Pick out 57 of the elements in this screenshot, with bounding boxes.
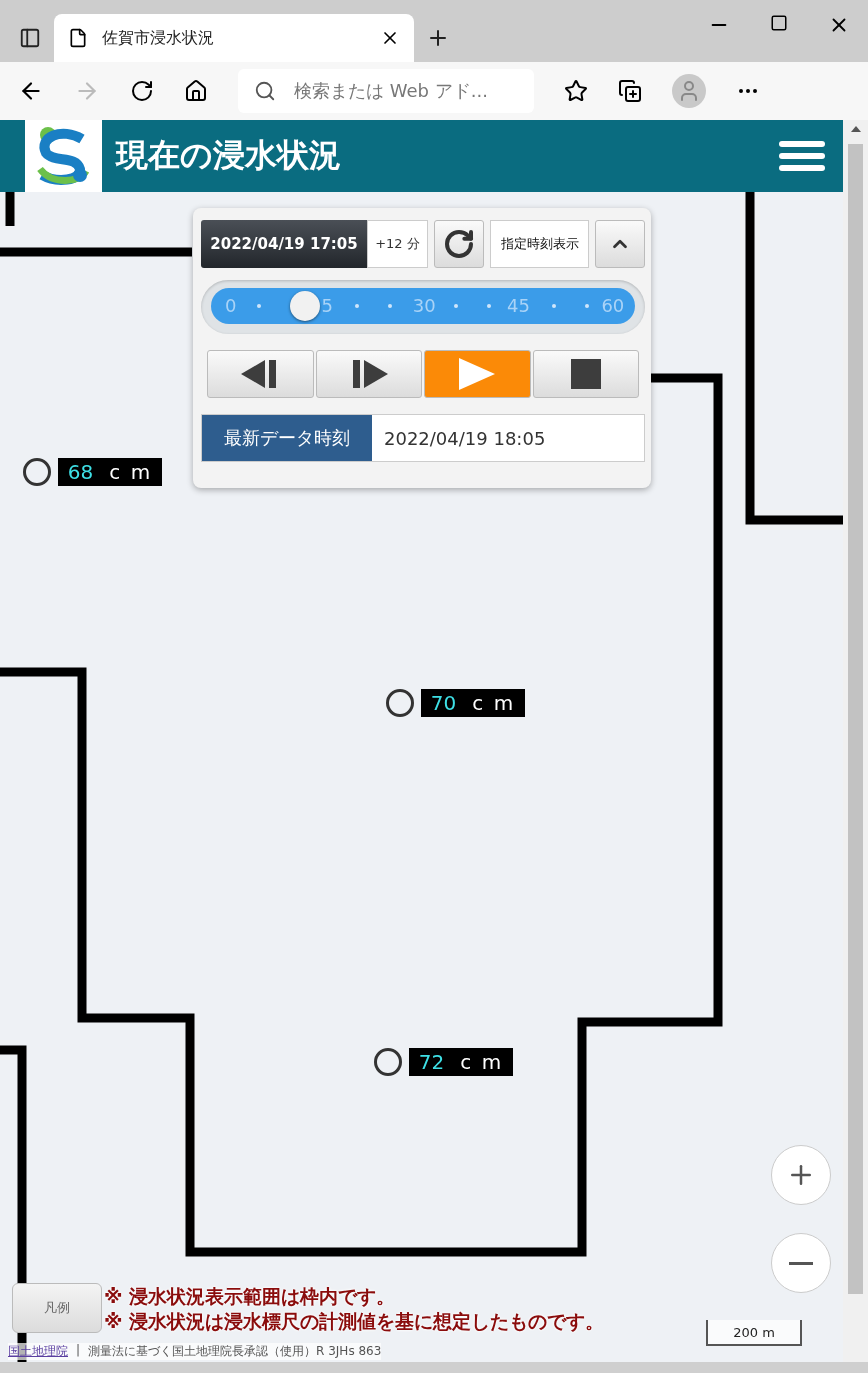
collapse-button[interactable] [594, 220, 645, 268]
slider-tick-dot [388, 304, 393, 308]
page-icon [68, 28, 88, 48]
latest-data-label: 最新データ時刻 [202, 415, 372, 461]
slider-tick-dot [584, 304, 589, 308]
attribution-text: 測量法に基づく国土地理院長承認（使用）R 3JHs 863 [88, 1343, 382, 1360]
slider-tick-dot [486, 304, 491, 308]
attribution-link[interactable]: 国土地理院 [8, 1343, 68, 1360]
scroll-up-icon [850, 126, 861, 132]
legend-button[interactable]: 凡例 [12, 1283, 102, 1333]
slider-tick-dot [453, 304, 458, 308]
map-note: ※ 浸水状況表示範囲は枠内です。 [104, 1284, 397, 1309]
gauge-marker [374, 1048, 402, 1076]
collections-icon[interactable] [618, 79, 642, 103]
address-field[interactable]: 検索または Web アド... [238, 69, 534, 113]
search-icon [254, 80, 276, 102]
browser-tab[interactable]: 佐賀市浸水状況 [54, 14, 414, 62]
slider-tick-dot [552, 304, 557, 308]
scale-bar: 200 m [706, 1320, 802, 1346]
scrollbar[interactable] [843, 120, 868, 1362]
playback-button[interactable] [315, 350, 422, 398]
page-title: 現在の浸水状況 [116, 135, 342, 176]
time-offset: +12 分 [367, 220, 428, 268]
home-icon[interactable] [184, 79, 208, 103]
scroll-thumb[interactable] [848, 144, 863, 1294]
maximize-icon[interactable] [770, 14, 788, 32]
slider-tick-label: 0 [225, 295, 237, 317]
display-time: 2022/04/19 17:05 [201, 220, 367, 268]
flood-boundary-line [5, 192, 15, 226]
slider-tick-label: 60 [601, 295, 625, 317]
reload-icon[interactable] [130, 79, 154, 103]
depth-reading: 68 c m [58, 458, 162, 486]
slider-tick-label: 45 [507, 295, 530, 317]
tab-title: 佐賀市浸水状況 [102, 27, 215, 49]
gauge-marker [23, 458, 51, 486]
latest-data-time: 2022/04/19 18:05 [383, 426, 546, 451]
slider-tick-label: 30 [412, 295, 436, 317]
menu-icon[interactable] [779, 141, 825, 171]
depth-reading: 70 c m [421, 689, 525, 717]
playback-button[interactable] [532, 350, 639, 398]
playback-button[interactable] [207, 350, 314, 398]
attribution-separator: | [76, 1343, 81, 1359]
refresh-button[interactable] [434, 220, 485, 268]
refresh-icon [443, 228, 476, 260]
stop-icon [570, 359, 601, 389]
specified-time-button[interactable]: 指定時刻表示 [490, 220, 589, 268]
slider-thumb[interactable] [289, 291, 320, 321]
map-note: ※ 浸水状況は浸水標尺の計測値を基に想定したものです。 [104, 1309, 605, 1334]
play-icon [459, 358, 496, 390]
minus-icon [789, 1261, 813, 1265]
favorites-icon[interactable] [564, 79, 588, 103]
depth-reading: 72 c m [409, 1048, 513, 1076]
slider-tick-dot [355, 304, 360, 308]
slider-tick-dot [257, 304, 262, 308]
slider-tick-label: 5 [321, 295, 333, 317]
profile-avatar[interactable] [672, 74, 706, 108]
gauge-marker [386, 689, 414, 717]
